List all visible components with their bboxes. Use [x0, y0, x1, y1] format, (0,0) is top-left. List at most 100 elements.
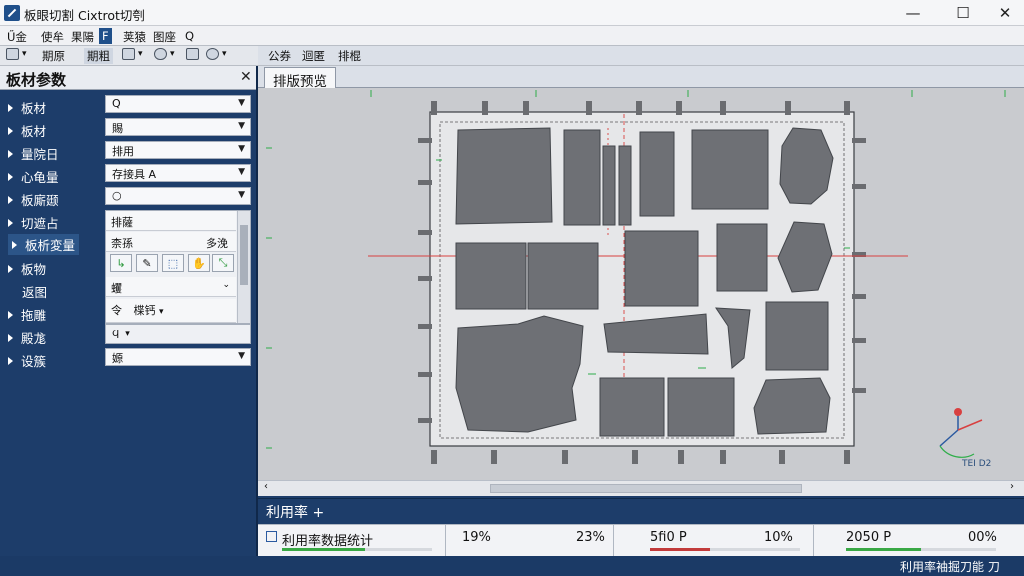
- nesting-drawing: ΤΕΙ D2: [266, 90, 1006, 469]
- layers-icon: [186, 48, 199, 60]
- menu-item-edit[interactable]: 使牟: [38, 28, 67, 46]
- menu-item-file[interactable]: Ű金: [4, 28, 30, 46]
- panel-title: 板材参数: [6, 71, 67, 89]
- node-tool-icon[interactable]: ⤡: [212, 254, 234, 272]
- scrollbar-thumb[interactable]: [490, 484, 802, 493]
- prop-label-sheet-2[interactable]: 板材: [8, 121, 46, 140]
- cut-settings-subpanel: 排薩 柰孫 多浼 ↳ ✎ ⬚ ✋ ⤡ 蠼 ⌄ 令 楪钙 ▾: [105, 210, 251, 324]
- pen-tool-icon[interactable]: ↳: [110, 254, 132, 272]
- open-icon: [6, 48, 19, 60]
- knife-tool-icon[interactable]: ✎: [136, 254, 158, 272]
- utilization-title[interactable]: 利用率 +: [266, 502, 324, 522]
- maximize-button[interactable]: ☐: [940, 0, 986, 26]
- subpanel-row[interactable]: 蠼 ⌄: [106, 277, 236, 297]
- param-dropdown-5[interactable]: ○ ▼: [105, 187, 251, 205]
- prop-label-sheet[interactable]: 板材: [8, 98, 46, 117]
- gear-icon: [206, 48, 219, 60]
- axis-label: ΤΕΙ D2: [961, 459, 991, 469]
- chevron-down-icon: ▼: [238, 98, 245, 108]
- param-dropdown-3[interactable]: 排用 ▼: [105, 141, 251, 159]
- util-cell: 2050 Р 00%: [814, 525, 1024, 557]
- util-cell-label: 利用率数据统计: [282, 534, 374, 549]
- minimize-button[interactable]: —: [890, 0, 936, 26]
- prop-label-11[interactable]: 殿尨: [8, 328, 46, 347]
- progress-fill: [282, 548, 365, 551]
- util-cell-label: 2050 Р: [846, 530, 892, 545]
- prop-label-8[interactable]: 板物: [8, 259, 46, 278]
- util-cell-value: 10%: [764, 530, 793, 545]
- path-icon: [154, 48, 167, 60]
- util-progress-bar: [846, 548, 996, 551]
- settings-dropdown[interactable]: 嫄 ▼: [105, 348, 251, 366]
- chevron-down-icon: ▼: [238, 167, 245, 177]
- menu-item-search[interactable]: Q: [182, 28, 197, 44]
- panel-close-button[interactable]: ✕: [240, 69, 252, 85]
- toolbar-copy-button[interactable]: ▾: [122, 48, 143, 60]
- scroll-right-icon[interactable]: ›: [1010, 481, 1014, 492]
- select-tool-icon[interactable]: ⬚: [162, 254, 184, 272]
- status-bar: 利用率袖掘刀能 刀: [0, 556, 1024, 576]
- util-cell-label: 5fi0 Р: [650, 530, 687, 545]
- chevron-down-icon: ▼: [238, 144, 245, 154]
- expand-icon: [8, 311, 13, 319]
- prop-label-9[interactable]: 返图: [22, 282, 47, 301]
- search-field[interactable]: ϥ ▾: [105, 324, 251, 344]
- axis-gizmo: [939, 408, 983, 458]
- util-cell: 5fi0 Р 10%: [614, 525, 814, 557]
- prop-label-3[interactable]: 量院日: [8, 144, 59, 163]
- part-rect-13: [667, 377, 735, 437]
- util-progress-bar: [650, 548, 800, 551]
- scroll-left-icon[interactable]: ‹: [264, 481, 268, 492]
- menu-item-format[interactable]: F: [99, 28, 112, 44]
- expand-icon: [8, 265, 13, 273]
- menu-item-tools[interactable]: 荚猿: [120, 28, 149, 46]
- part-rect-5: [639, 131, 675, 217]
- subpanel-row[interactable]: 令 楪钙 ▾: [106, 299, 236, 323]
- material-dropdown[interactable]: 賜 ▼: [105, 118, 251, 136]
- chevron-down-icon: ⌄: [222, 280, 230, 290]
- part-rect-11: [765, 301, 829, 371]
- scrollbar-thumb[interactable]: [240, 225, 248, 285]
- tab-layout-preview[interactable]: 排版预览: [264, 67, 336, 90]
- close-button[interactable]: ✕: [982, 0, 1024, 26]
- expand-icon: [8, 104, 13, 112]
- prop-label-10[interactable]: 拖雕: [8, 305, 46, 324]
- prop-label-7[interactable]: 板析変量: [8, 234, 80, 255]
- expand-icon: [8, 150, 13, 158]
- param-dropdown-4[interactable]: 存接具 A ▼: [105, 164, 251, 182]
- menu-bar: Ű金 使牟 果陽 F 荚猿 图座 Q: [0, 26, 1024, 46]
- toolbar-layers-button[interactable]: [186, 48, 199, 60]
- menu-item-view[interactable]: 果陽: [68, 28, 97, 46]
- toolbar-settings-button[interactable]: ▾: [206, 48, 227, 60]
- prop-label-6[interactable]: 切遮占: [8, 213, 59, 232]
- prop-label-4[interactable]: 心龟量: [8, 167, 59, 186]
- hand-tool-icon[interactable]: ✋: [188, 254, 210, 272]
- prop-label-5[interactable]: 板廝颋: [8, 190, 59, 209]
- prop-label-12[interactable]: 设簇: [8, 351, 46, 370]
- workspace-tool-1[interactable]: 公券: [268, 48, 291, 64]
- utilization-header: 利用率 +: [258, 498, 1024, 524]
- menu-item-layout[interactable]: 图座: [150, 28, 179, 46]
- workspace-tabs: 排版预览: [258, 66, 1024, 90]
- subpanel-scrollbar[interactable]: [237, 211, 250, 323]
- app-icon: [4, 5, 20, 21]
- toolbar-open-button[interactable]: ▾: [6, 48, 27, 60]
- nesting-canvas[interactable]: ΤΕΙ D2: [258, 88, 1024, 480]
- subpanel-header[interactable]: 排薩: [106, 211, 236, 231]
- stats-icon: [266, 531, 277, 542]
- util-progress-bar: [282, 548, 432, 551]
- expand-icon: [8, 219, 13, 227]
- toolbar-item-2[interactable]: 期粗: [84, 48, 113, 64]
- toolbar-item-1[interactable]: 期原: [42, 48, 65, 64]
- toolbar-path-button[interactable]: ▾: [154, 48, 175, 60]
- panel-header: 板材参数 ✕: [0, 66, 256, 90]
- part-rect-1: [455, 127, 553, 225]
- util-cell-value: 23%: [576, 530, 605, 545]
- workspace-tool-2[interactable]: 迴匿: [302, 48, 325, 64]
- util-cell: 23%: [494, 525, 614, 557]
- canvas-horizontal-scrollbar[interactable]: ‹ ›: [258, 480, 1024, 496]
- part-rect-4: [618, 145, 632, 226]
- sheet-dropdown[interactable]: Q ▼: [105, 95, 251, 113]
- workspace-tool-3[interactable]: 排棍: [338, 48, 361, 64]
- sheet-params-panel: 板材参数 ✕ 板材 板材 量院日 心龟量 板廝颋 切遮占 板析変量 板物 返图 …: [0, 66, 258, 562]
